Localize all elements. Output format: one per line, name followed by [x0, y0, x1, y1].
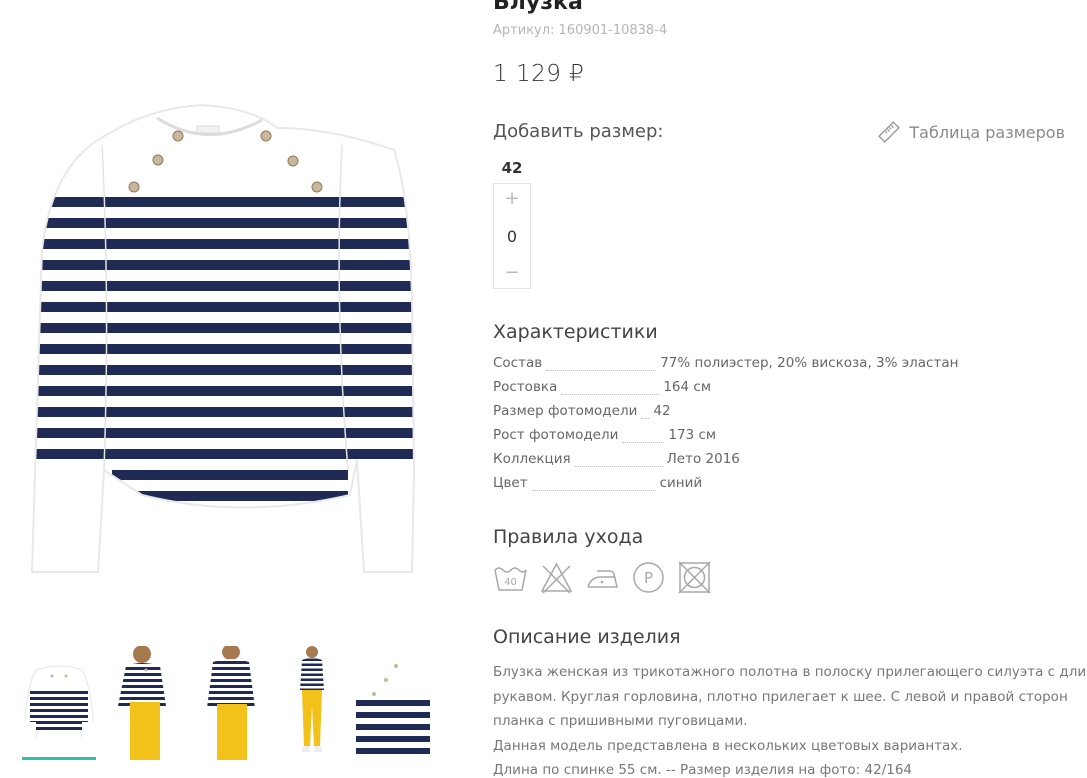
svg-text:P: P	[644, 569, 653, 587]
characteristic-row: Цвет синий	[493, 475, 993, 499]
characteristic-label: Состав	[493, 355, 543, 371]
characteristic-row: Состав 77% полиэстер, 20% вискоза, 3% эл…	[493, 355, 993, 379]
add-size-heading: Добавить размер:	[493, 121, 664, 142]
characteristic-label: Рост фотомодели	[493, 427, 619, 443]
iron-low-icon	[587, 570, 618, 588]
characteristics-list: Состав 77% полиэстер, 20% вискоза, 3% эл…	[493, 355, 993, 499]
care-heading: Правила ухода	[493, 526, 644, 548]
product-description: Блузка женская из трикотажного полотна в…	[493, 660, 1087, 778]
description-line: рукавом. Круглая горловина, плотно приле…	[493, 688, 1068, 705]
characteristic-value: 77% полиэстер, 20% вискоза, 3% эластан	[660, 355, 959, 371]
quantity-stepper: + −	[493, 183, 531, 289]
product-price: 1 129 ₽	[493, 61, 585, 87]
svg-text:40: 40	[504, 577, 517, 588]
characteristic-value: 42	[653, 403, 671, 419]
thumbnail-2[interactable]	[110, 646, 184, 760]
ruler-icon	[878, 121, 901, 143]
dry-clean-p-icon: P	[633, 562, 664, 593]
size-table-label: Таблица размеров	[909, 122, 1065, 142]
size-table-link[interactable]: Таблица размеров	[877, 120, 1065, 144]
thumbnail-1[interactable]	[22, 646, 96, 760]
wash-40-icon: 40	[494, 567, 527, 591]
thumbnail-5[interactable]	[356, 646, 430, 760]
increment-button[interactable]: +	[494, 184, 530, 214]
characteristic-row: Рост фотомодели 173 см	[493, 427, 993, 451]
description-heading: Описание изделия	[493, 626, 681, 648]
characteristic-row: Коллекция Лето 2016	[493, 451, 993, 475]
characteristic-label: Цвет	[493, 475, 528, 491]
characteristic-value: 164 см	[663, 379, 712, 395]
characteristic-value: синий	[659, 475, 703, 491]
description-line: Блузка женская из трикотажного полотна в…	[493, 664, 1087, 680]
description-line: Данная модель представлена в нескольких …	[493, 737, 963, 754]
description-line: Длина по спинке 55 см. -- Размер изделия…	[493, 762, 913, 778]
size-column-42: 42 + −	[493, 157, 531, 289]
thumbnail-3[interactable]	[193, 646, 267, 760]
characteristic-label: Ростовка	[493, 379, 558, 395]
no-bleach-icon	[540, 562, 573, 594]
characteristics-heading: Характеристики	[493, 321, 658, 343]
characteristic-row: Размер фотомодели 42	[493, 403, 993, 427]
product-title: Блузка	[493, 0, 583, 15]
characteristic-label: Коллекция	[493, 451, 571, 467]
no-tumble-dry-icon	[678, 561, 711, 594]
product-sku: Артикул: 160901-10838-4	[493, 23, 668, 38]
characteristic-row: Ростовка 164 см	[493, 379, 993, 403]
quantity-input[interactable]	[494, 226, 530, 246]
characteristic-value: 173 см	[668, 427, 717, 443]
decrement-button[interactable]: −	[494, 258, 530, 288]
characteristic-label: Размер фотомодели	[493, 403, 638, 419]
size-label: 42	[501, 159, 523, 177]
care-icons: 40 P	[493, 560, 712, 595]
thumbnail-4[interactable]	[276, 646, 350, 760]
main-product-photo[interactable]	[12, 0, 434, 628]
description-line: планка с пришивными пуговицами.	[493, 713, 748, 729]
characteristic-value: Лето 2016	[666, 451, 740, 467]
